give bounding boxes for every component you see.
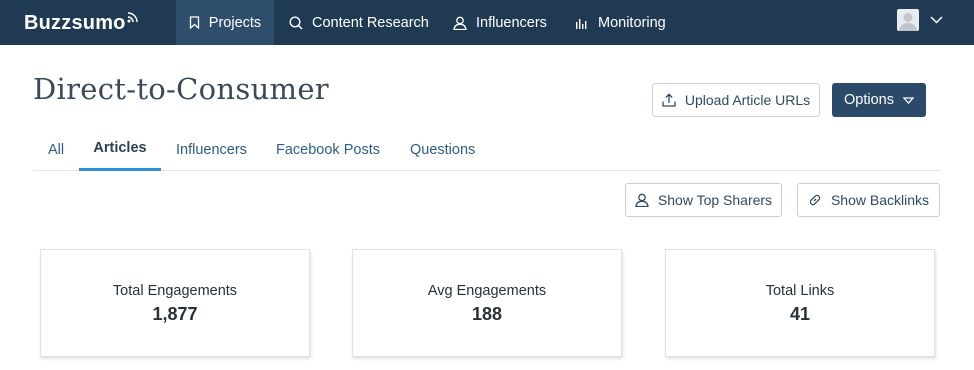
tab-questions[interactable]: Questions <box>410 128 475 171</box>
stat-label: Total Links <box>765 283 835 299</box>
user-icon <box>635 193 649 207</box>
options-button[interactable]: Options <box>832 83 926 117</box>
tab-influencers[interactable]: Influencers <box>176 128 247 171</box>
nav-influencers[interactable]: Influencers <box>453 0 547 45</box>
logo-text: Buzzsumo <box>24 11 126 34</box>
bookmark-icon <box>189 16 200 29</box>
show-backlinks-button[interactable]: Show Backlinks <box>797 183 940 217</box>
show-backlinks-label: Show Backlinks <box>830 192 930 208</box>
stat-card-total-links: Total Links 41 <box>665 249 935 357</box>
bar-chart-icon <box>575 16 589 30</box>
tab-facebook-posts[interactable]: Facebook Posts <box>276 128 380 171</box>
signal-icon <box>127 10 139 28</box>
buzzsumo-logo[interactable]: Buzzsumo <box>24 11 139 35</box>
stat-label: Total Engagements <box>112 283 238 299</box>
stat-value: 41 <box>789 304 811 324</box>
stat-value: 1,877 <box>152 304 198 324</box>
caret-down-icon <box>902 96 914 104</box>
upload-article-urls-button[interactable]: Upload Article URLs <box>652 83 820 117</box>
upload-article-urls-label: Upload Article URLs <box>684 92 811 108</box>
user-avatar <box>897 9 919 31</box>
nav-projects[interactable]: Projects <box>176 0 274 45</box>
nav-influencers-label: Influencers <box>476 14 547 31</box>
content-tabs: All Articles Influencers Facebook Posts … <box>33 128 941 171</box>
stat-card-avg-engagements: Avg Engagements 188 <box>352 249 622 357</box>
nav-projects-label: Projects <box>208 14 262 31</box>
tab-articles[interactable]: Articles <box>79 128 161 171</box>
user-icon <box>453 16 467 30</box>
search-icon <box>289 15 303 30</box>
nav-content-research-label: Content Research <box>312 14 429 31</box>
stat-label: Avg Engagements <box>427 283 547 299</box>
page-title: Direct-to-Consumer <box>33 72 329 106</box>
show-top-sharers-label: Show Top Sharers <box>657 192 773 208</box>
nav-monitoring[interactable]: Monitoring <box>575 0 666 45</box>
top-navigation-bar: Buzzsumo Projects Content Research Influ… <box>0 0 974 45</box>
stat-value: 188 <box>471 304 503 324</box>
nav-monitoring-label: Monitoring <box>598 14 666 31</box>
nav-content-research[interactable]: Content Research <box>289 0 429 45</box>
user-menu[interactable] <box>897 9 943 31</box>
options-label: Options <box>844 92 894 108</box>
tab-all[interactable]: All <box>48 128 64 171</box>
link-icon <box>808 193 822 207</box>
upload-icon <box>662 93 676 107</box>
show-top-sharers-button[interactable]: Show Top Sharers <box>625 183 782 217</box>
stat-card-total-engagements: Total Engagements 1,877 <box>40 249 310 357</box>
chevron-down-icon <box>930 11 943 29</box>
